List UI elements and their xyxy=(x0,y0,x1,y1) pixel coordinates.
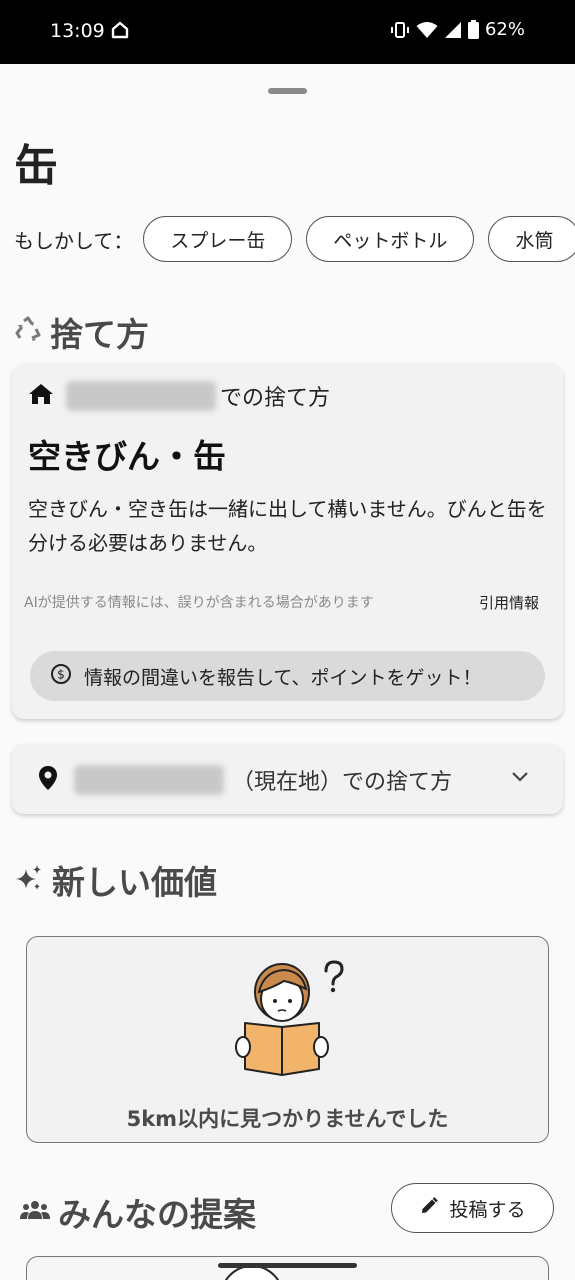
reading-person-illustration xyxy=(232,957,362,1091)
disposal-description: 空きびん・空き缶は一緒に出して構いません。びんと缶を分ける必要はありません。 xyxy=(28,497,547,555)
chevron-down-icon[interactable] xyxy=(511,768,529,787)
disposal-heading: 捨て方 xyxy=(50,315,149,354)
people-icon xyxy=(20,1199,50,1225)
proposals-heading: みんなの提案 xyxy=(58,1195,256,1234)
current-location-label: （現在地）での捨て方 xyxy=(232,770,453,795)
dollar-coin-icon: $ xyxy=(50,663,72,690)
sparkle-icon xyxy=(14,863,44,897)
suggestion-label: もしかして： xyxy=(14,228,134,253)
ai-disclaimer: AIが提供する情報には、誤りが含まれる場合があります xyxy=(24,595,374,611)
new-value-section-header: 新しい価値 xyxy=(14,856,217,904)
recycle-icon xyxy=(14,316,42,348)
suggestion-row: もしかして： スプレー缶 ペットボトル 水筒 xyxy=(14,216,575,262)
post-button[interactable]: 投稿する xyxy=(391,1183,554,1233)
battery-percent: 62% xyxy=(484,19,525,40)
vibrate-icon xyxy=(390,21,410,39)
battery-icon xyxy=(467,20,479,39)
post-button-label: 投稿する xyxy=(449,1198,526,1221)
empty-result-box: 5km以内に見つかりませんでした xyxy=(26,936,549,1143)
disposal-category: 空きびん・缶 xyxy=(28,437,226,476)
empty-result-message: 5km以内に見つかりませんでした xyxy=(126,1107,449,1131)
report-error-button[interactable]: $ 情報の間違いを報告して、ポイントをゲット！ xyxy=(30,651,545,701)
status-icons: 62% xyxy=(390,19,525,40)
house-icon xyxy=(28,382,54,410)
current-location-row: （現在地）での捨て方 xyxy=(38,764,452,796)
drag-handle[interactable] xyxy=(268,88,307,94)
status-time: 13:09 xyxy=(50,20,105,42)
gesture-nav-bar[interactable] xyxy=(218,1263,357,1268)
home-icon xyxy=(110,20,130,40)
suggestion-chip-pet-bottle[interactable]: ペットボトル xyxy=(306,216,475,262)
current-location-card[interactable]: （現在地）での捨て方 xyxy=(12,744,563,814)
blurred-current-location xyxy=(74,765,224,795)
suggestion-chip-spray-can[interactable]: スプレー缶 xyxy=(143,216,293,262)
disposal-location-suffix: での捨て方 xyxy=(220,386,331,411)
disposal-location-row: での捨て方 xyxy=(28,380,330,412)
pencil-icon xyxy=(419,1196,439,1221)
svg-text:$: $ xyxy=(57,667,65,681)
report-error-label: 情報の間違いを報告して、ポイントをゲット！ xyxy=(84,666,482,689)
suggestion-chip-water-bottle[interactable]: 水筒 xyxy=(488,216,575,262)
disposal-section-header: 捨て方 xyxy=(14,308,149,356)
new-value-heading: 新しい価値 xyxy=(52,863,217,902)
wifi-icon xyxy=(416,21,438,39)
proposal-card-peek[interactable] xyxy=(26,1256,549,1280)
blurred-municipality xyxy=(66,381,216,411)
bottom-sheet: 缶 もしかして： スプレー缶 ペットボトル 水筒 捨て方 での捨て方 空きびん・… xyxy=(0,64,575,1280)
status-bar: 13:09 62% xyxy=(0,0,575,64)
page-title: 缶 xyxy=(14,141,58,192)
location-pin-icon xyxy=(38,765,58,795)
disposal-card: での捨て方 空きびん・缶 空きびん・空き缶は一緒に出して構いません。びんと缶を分… xyxy=(12,364,563,719)
proposals-section-header: みんなの提案 xyxy=(20,1188,256,1236)
citation-link[interactable]: 引用情報 xyxy=(479,592,539,613)
signal-icon xyxy=(444,21,462,39)
